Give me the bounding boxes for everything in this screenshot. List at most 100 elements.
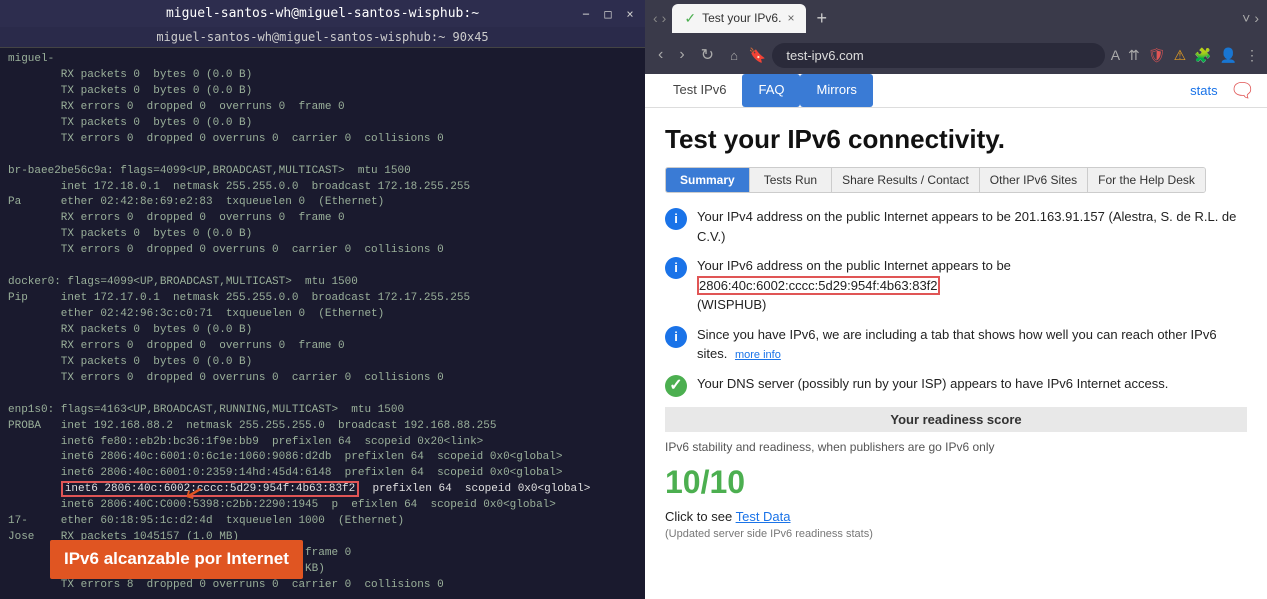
term-line — [8, 259, 637, 275]
tab-close-button[interactable]: × — [787, 11, 794, 25]
terminal-titlebar: miguel-santos-wh@miguel-santos-wisphub:~… — [0, 0, 645, 27]
term-line: RX errors 0 dropped 0 overruns 0 frame 0 — [8, 339, 637, 355]
info-ipv6-tab: i Since you have IPv6, we are including … — [665, 325, 1247, 364]
term-line: TX packets 0 bytes 0 (0.0 B) — [8, 84, 637, 100]
browser-toolbar: ‹ › ↻ ⌂ 🔖 A ⇈ 🛡 ⚠ 🧩 👤 ⋮ — [645, 36, 1267, 74]
translate-button[interactable]: 🗨 — [1230, 78, 1255, 103]
term-line: RX packets 0 bytes 0 (0.0 B) — [8, 323, 637, 339]
content-tab-other-sites[interactable]: Other IPv6 Sites — [980, 168, 1088, 192]
term-line: enp1s0: flags=4163<UP,BROADCAST,RUNNING,… — [8, 403, 637, 419]
back-button[interactable]: ‹ — [653, 44, 668, 66]
info-text-ipv6: Your IPv6 address on the public Internet… — [697, 256, 1011, 315]
info-icon-ipv6-tab: i — [665, 326, 687, 348]
content-tabs: Summary Tests Run Share Results / Contac… — [665, 167, 1206, 193]
info-ipv6: i Your IPv6 address on the public Intern… — [665, 256, 1247, 315]
browser-nav-area: ‹ › — [653, 10, 666, 26]
browser-content: Test your IPv6 connectivity. Summary Tes… — [645, 108, 1267, 599]
term-line: RX errors 0 dropped 0 overruns 0 frame 0 — [8, 211, 637, 227]
info-text-dns: Your DNS server (possibly run by your IS… — [697, 374, 1168, 394]
term-line: docker0: flags=4099<UP,BROADCAST,MULTICA… — [8, 275, 637, 291]
readiness-bar: Your readiness score — [665, 407, 1247, 432]
term-line: TX packets 0 bytes 0 (0.0 B) — [8, 355, 637, 371]
info-dns: ✓ Your DNS server (possibly run by your … — [665, 374, 1247, 397]
terminal-minimize[interactable]: − — [579, 7, 593, 21]
browser-window-controls: ˅ › — [1242, 10, 1259, 26]
reload-button[interactable]: ↻ — [696, 43, 719, 67]
term-line: inet 172.18.0.1 netmask 255.255.0.0 broa… — [8, 180, 637, 196]
term-line: TX errors 0 dropped 0 overruns 0 carrier… — [8, 132, 637, 148]
site-tab-mirrors[interactable]: Mirrors — [800, 74, 872, 107]
test-data-section: Click to see Test Data — [665, 509, 1247, 524]
term-line: br-baee2be56c9a: flags=4099<UP,BROADCAST… — [8, 164, 637, 180]
term-line: TX errors 8 dropped 0 overruns 0 carrier… — [8, 578, 637, 594]
terminal-body: miguel- RX packets 0 bytes 0 (0.0 B) TX … — [0, 48, 645, 599]
content-tab-summary[interactable]: Summary — [666, 168, 750, 192]
bookmark-icon[interactable]: 🔖 — [749, 47, 766, 64]
minimize-icon[interactable]: ˅ — [1242, 10, 1250, 26]
term-line: inet6 2806:40c:6001:0:2359:14hd:45d4:614… — [8, 466, 637, 482]
test-data-link[interactable]: Test Data — [736, 509, 791, 524]
profile-icon[interactable]: 👤 — [1220, 47, 1237, 64]
terminal-controls: − □ × — [579, 7, 637, 21]
term-line: ether 02:42:96:3c:c0:71 txqueuelen 0 (Et… — [8, 307, 637, 323]
content-tab-help-desk[interactable]: For the Help Desk — [1088, 168, 1205, 192]
updated-note: (Updated server side IPv6 readiness stat… — [665, 528, 1247, 540]
term-line: Pip inet 172.17.0.1 netmask 255.255.0.0 … — [8, 291, 637, 307]
terminal-panel: miguel-santos-wh@miguel-santos-wisphub:~… — [0, 0, 645, 599]
more-info-link[interactable]: more info — [735, 349, 781, 361]
site-tabs-bar: Test IPv6 FAQ Mirrors stats 🗨 — [645, 74, 1267, 108]
chevron-right-icon[interactable]: › — [1254, 10, 1259, 26]
site-tab-test-ipv6[interactable]: Test IPv6 — [657, 74, 742, 107]
content-tab-share[interactable]: Share Results / Contact — [832, 168, 980, 192]
term-line: 17- ether 60:18:95:1c:d2:4d txqueuelen 1… — [8, 514, 637, 530]
url-bar[interactable] — [772, 43, 1104, 68]
page-title: Test your IPv6 connectivity. — [665, 124, 1247, 155]
content-tab-tests-run[interactable]: Tests Run — [750, 168, 832, 192]
term-line: TX errors 0 dropped 0 overruns 0 carrier… — [8, 371, 637, 387]
share-icon[interactable]: ⇈ — [1128, 47, 1140, 64]
term-line — [8, 594, 637, 599]
menu-icon[interactable]: ⋮ — [1245, 47, 1259, 64]
back-icon[interactable]: ‹ — [653, 10, 658, 26]
term-line: PROBA inet 192.168.88.2 netmask 255.255.… — [8, 419, 637, 435]
translate-icon[interactable]: A — [1111, 47, 1120, 63]
forward-icon[interactable]: › — [662, 10, 667, 26]
term-line: inet6 2806:40c:6001:0:6c1e:1060:9086:d2d… — [8, 450, 637, 466]
terminal-maximize[interactable]: □ — [601, 7, 615, 21]
terminal-close[interactable]: × — [623, 7, 637, 21]
term-line: Pa ether 02:42:8e:69:e2:83 txqueuelen 0 … — [8, 195, 637, 211]
toolbar-icons: A ⇈ 🛡 ⚠ 🧩 👤 ⋮ — [1111, 47, 1259, 64]
term-line: inet6 fe80::eb2b:bc36:1f9e:bb9 prefixlen… — [8, 435, 637, 451]
term-line: TX packets 0 bytes 0 (0.0 B) — [8, 227, 637, 243]
home-button[interactable]: ⌂ — [725, 46, 743, 65]
warning-icon[interactable]: ⚠ — [1174, 47, 1187, 64]
term-line-highlight: inet6 2806:40c:6002:cccc:5d29:954f:4b63:… — [8, 482, 637, 498]
info-icon-dns: ✓ — [665, 375, 687, 397]
terminal-title: miguel-santos-wh@miguel-santos-wisphub:~ — [166, 6, 479, 21]
info-text-ipv6-tab: Since you have IPv6, we are including a … — [697, 325, 1247, 364]
readiness-score: 10/10 — [665, 464, 1247, 501]
term-line: TX packets 0 bytes 0 (0.0 B) — [8, 116, 637, 132]
readiness-description: IPv6 stability and readiness, when publi… — [665, 440, 1247, 454]
tab-title: Test your IPv6. — [702, 11, 781, 25]
term-line: inet6 2806:40C:C000:5398:c2bb:2290:1945 … — [8, 498, 637, 514]
info-icon-ipv4: i — [665, 208, 687, 230]
shield-icon[interactable]: 🛡 — [1148, 47, 1166, 64]
terminal-subtitle: miguel-santos-wh@miguel-santos-wisphub:~… — [0, 27, 645, 48]
info-icon-ipv6: i — [665, 257, 687, 279]
ipv6-annotation-label: IPv6 alcanzable por Internet — [50, 540, 303, 579]
ipv6-highlight-box: inet6 2806:40c:6002:cccc:5d29:954f:4b63:… — [61, 481, 359, 497]
term-line: TX errors 0 dropped 0 overruns 0 carrier… — [8, 243, 637, 259]
site-tab-faq[interactable]: FAQ — [742, 74, 800, 107]
browser-titlebar: ‹ › ✓ Test your IPv6. × + ˅ › — [645, 0, 1267, 36]
term-line — [8, 148, 637, 164]
forward-button[interactable]: › — [674, 44, 689, 66]
term-line: RX packets 0 bytes 0 (0.0 B) — [8, 68, 637, 84]
info-ipv4: i Your IPv4 address on the public Intern… — [665, 207, 1247, 246]
extensions-icon[interactable]: 🧩 — [1194, 47, 1211, 64]
stats-link[interactable]: stats — [1178, 75, 1229, 106]
new-tab-button[interactable]: + — [816, 8, 827, 29]
info-text-ipv4: Your IPv4 address on the public Internet… — [697, 207, 1247, 246]
browser-tab[interactable]: ✓ Test your IPv6. × — [672, 4, 806, 33]
term-line — [8, 387, 637, 403]
